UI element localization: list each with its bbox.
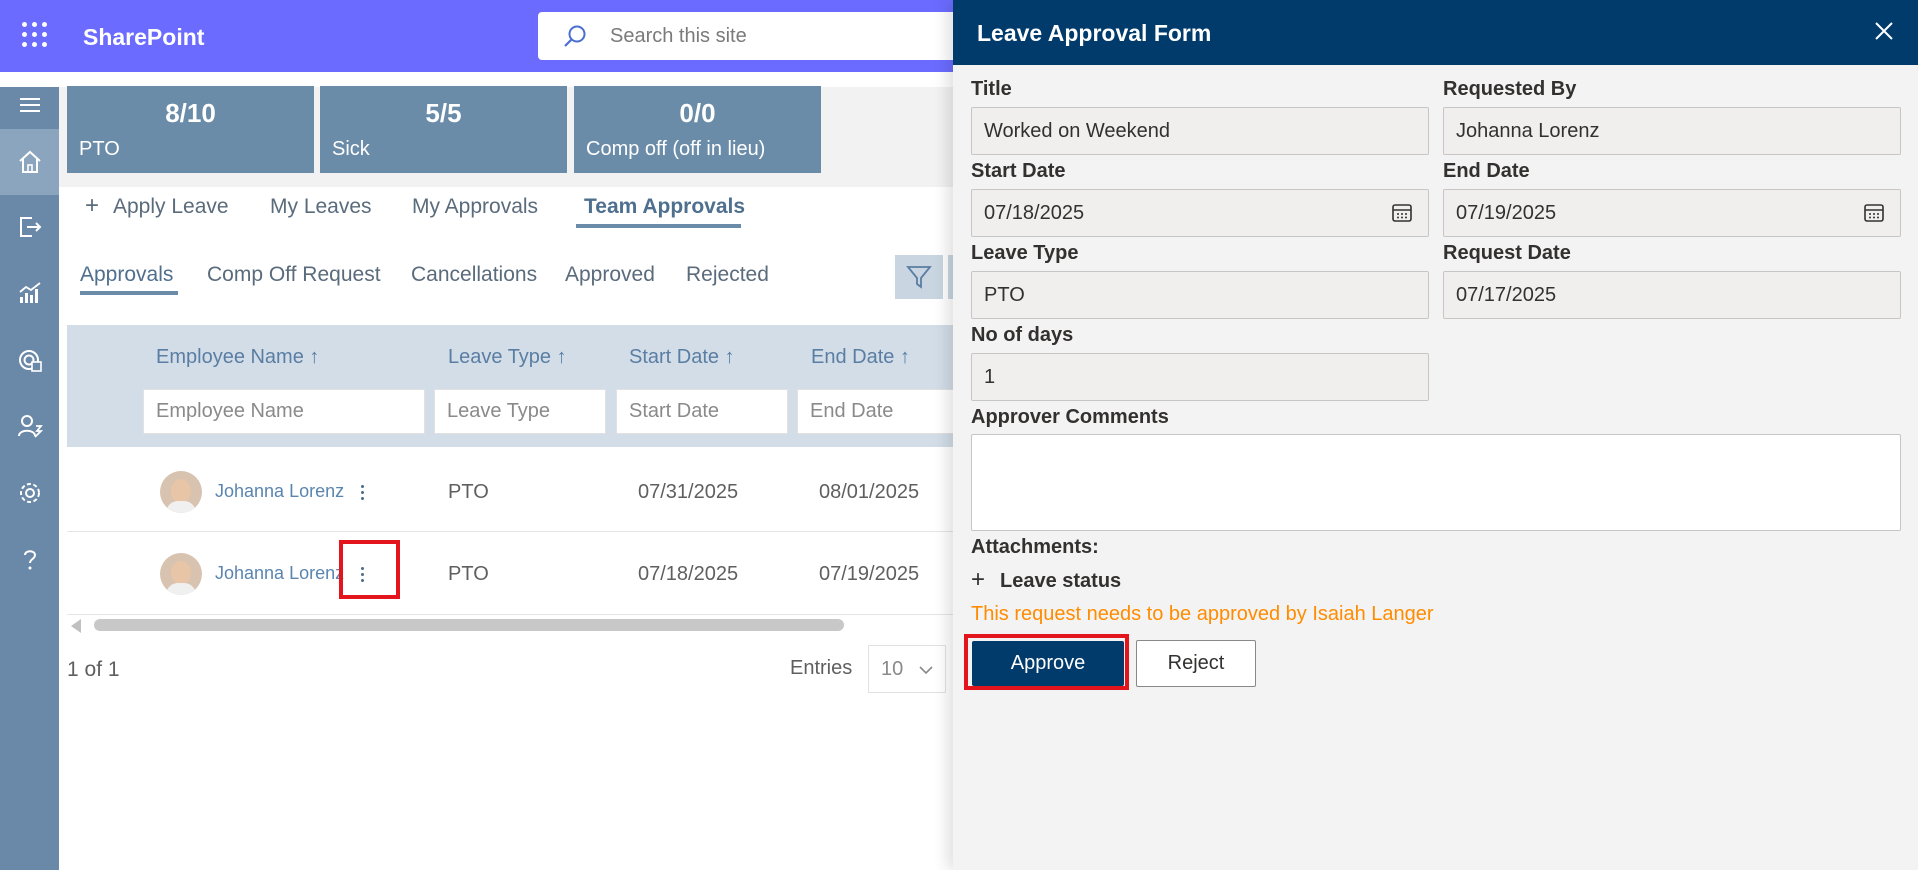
leave-status-toggle[interactable]: Leave status [1000,570,1121,593]
entries-value: 10 [881,658,904,680]
menu-icon[interactable] [0,87,59,123]
tile-value: 5/5 [425,98,462,128]
tab-my-approvals[interactable]: My Approvals [412,195,538,219]
requested-by-field[interactable]: Johanna Lorenz [1443,107,1901,155]
reject-button[interactable]: Reject [1136,640,1256,687]
title-label: Title [971,78,1012,100]
search-icon [564,25,586,47]
entries-select[interactable]: 10 [868,645,946,693]
approval-status-message: This request needs to be approved by Isa… [971,603,1434,625]
approver-comments-label: Approver Comments [971,406,1169,428]
close-icon[interactable] [1873,20,1895,42]
start-date-label: Start Date [971,160,1066,182]
chevron-down-icon [919,666,933,675]
subtab-approved[interactable]: Approved [565,263,655,287]
days-label: No of days [971,324,1074,346]
request-date-field[interactable]: 07/17/2025 [1443,271,1901,319]
cell-end-date: 07/19/2025 [819,563,920,585]
help-icon[interactable] [0,530,59,590]
approver-comments-input[interactable] [971,434,1901,531]
panel-title: Leave Approval Form [977,20,1212,46]
tile-value: 0/0 [679,98,716,128]
column-employee-name[interactable]: Employee Name ↑ [156,346,319,369]
app-launcher-icon[interactable] [22,22,48,48]
column-start-date[interactable]: Start Date ↑ [629,346,735,369]
left-nav-rail [0,87,59,870]
calendar-icon[interactable] [1391,202,1413,224]
end-date-filter-input[interactable]: End Date [797,389,959,434]
settings-icon[interactable] [0,463,59,523]
avatar [160,471,202,513]
attachments-label: Attachments: [971,536,1099,558]
active-subtab-indicator [80,291,178,295]
requested-by-label: Requested By [1443,78,1577,100]
tile-label: PTO [79,138,120,160]
start-date-filter-input[interactable]: Start Date [616,389,788,434]
avatar [160,553,202,595]
plus-icon: + [85,192,100,219]
plus-icon[interactable]: + [971,566,985,594]
home-icon[interactable] [0,129,59,195]
tab-team-approvals[interactable]: Team Approvals [584,195,745,219]
scroll-left-arrow-icon[interactable] [71,619,81,633]
search-input[interactable]: Search this site [610,25,747,48]
days-field[interactable]: 1 [971,353,1429,401]
subtab-cancellations[interactable]: Cancellations [411,263,537,287]
tile-pto: 8/10 PTO [67,86,314,173]
leave-type-filter-input[interactable]: Leave Type [434,389,606,434]
leave-type-label: Leave Type [971,242,1079,264]
column-leave-type[interactable]: Leave Type ↑ [448,346,567,369]
tile-value: 8/10 [165,98,216,128]
employee-name-filter-input[interactable]: Employee Name [143,389,425,434]
analytics-icon[interactable] [0,263,59,323]
horizontal-scrollbar[interactable] [94,619,844,631]
tile-label: Sick [332,138,370,160]
subtab-approvals[interactable]: Approvals [80,263,173,287]
cell-start-date: 07/31/2025 [638,481,739,503]
cell-end-date: 08/01/2025 [819,481,920,503]
sign-out-icon[interactable] [0,197,59,257]
tile-comp-off: 0/0 Comp off (off in lieu) [574,86,821,173]
request-date-label: Request Date [1443,242,1571,264]
subtab-comp-off[interactable]: Comp Off Request [207,263,381,287]
start-date-value: 07/18/2025 [984,202,1085,224]
user-edit-icon[interactable] [0,396,59,456]
calendar-icon[interactable] [1863,202,1885,224]
active-tab-indicator [576,224,741,228]
start-date-field[interactable]: 07/18/2025 [971,189,1429,237]
cell-leave-type: PTO [448,563,489,585]
tile-label: Comp off (off in lieu) [586,138,766,160]
end-date-label: End Date [1443,160,1530,182]
app-name[interactable]: SharePoint [83,24,204,51]
tab-apply-leave[interactable]: Apply Leave [113,195,229,219]
filter-icon [906,266,932,289]
highlight-box [339,540,400,599]
report-icon[interactable] [0,330,59,390]
leave-approval-panel: Leave Approval Form Title Worked on Week… [953,0,1918,870]
cell-start-date: 07/18/2025 [638,563,739,585]
more-options-icon[interactable] [352,480,372,504]
end-date-field[interactable]: 07/19/2025 [1443,189,1901,237]
panel-header: Leave Approval Form [953,0,1918,65]
filter-button[interactable] [895,255,943,299]
column-end-date[interactable]: End Date ↑ [811,346,910,369]
leave-type-field[interactable]: PTO [971,271,1429,319]
subtab-rejected[interactable]: Rejected [686,263,769,287]
employee-name-link[interactable]: Johanna Lorenz [215,563,344,584]
end-date-value: 07/19/2025 [1456,202,1557,224]
title-field[interactable]: Worked on Weekend [971,107,1429,155]
cell-leave-type: PTO [448,481,489,503]
site-search-box[interactable]: Search this site [538,12,978,60]
employee-name-link[interactable]: Johanna Lorenz [215,481,344,502]
entries-label: Entries [790,657,853,679]
approve-button[interactable]: Approve [972,641,1124,686]
tab-my-leaves[interactable]: My Leaves [270,195,372,219]
pagination-text: 1 of 1 [67,658,120,681]
tile-sick: 5/5 Sick [320,86,567,173]
